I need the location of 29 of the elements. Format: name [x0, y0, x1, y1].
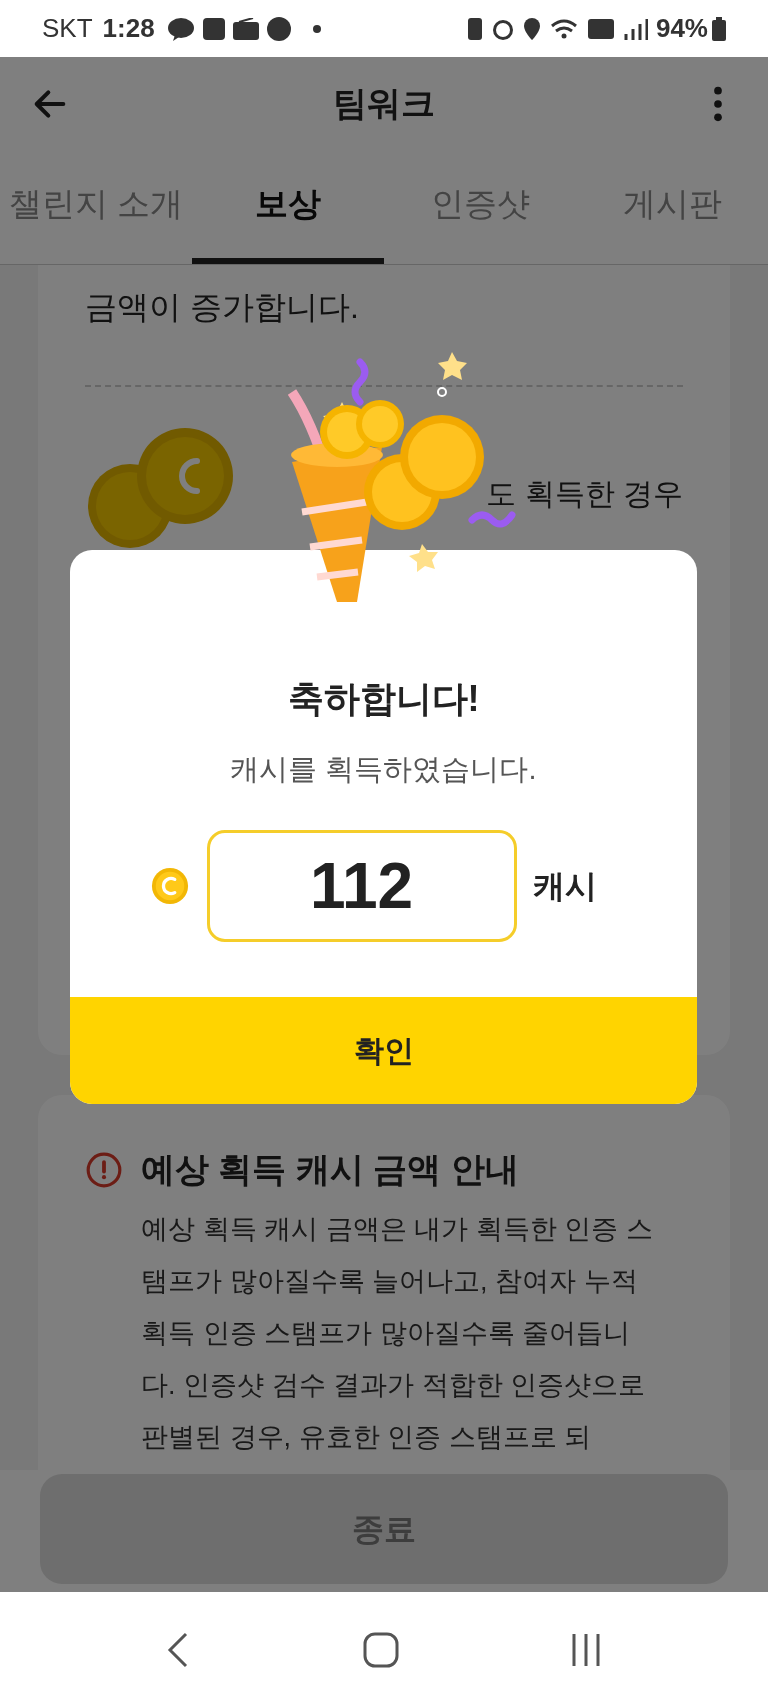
carrier-text: SKT	[42, 12, 93, 45]
dialog-message: 캐시를 획득하였습니다.	[230, 752, 537, 787]
notice-body: 예상 획득 캐시 금액은 내가 획득한 인증 스탬프가 많아질수록 늘어나고, 참여자 누적 획득 인증 스탬프가 많아질수록 줄어듭니다. 인증샷 검수 결과가 적합한 인증샷으로 판별된 경우, 유효한 인증 스탬프로 되	[141, 1213, 654, 1454]
amount-field: 112	[206, 829, 517, 942]
battery-percent-text: 94%	[655, 12, 708, 45]
notice-title: 예상 획득 캐시 금액 안내	[141, 1149, 520, 1190]
coin-icon	[150, 866, 189, 905]
radio-icon	[232, 17, 259, 40]
warning-icon	[85, 1151, 123, 1189]
tab[interactable]: 인증샷	[384, 150, 576, 264]
reward-description: 금액이 증가합니다.	[85, 288, 360, 327]
signal-icon	[623, 17, 648, 40]
home-nav-icon[interactable]	[362, 1630, 400, 1669]
wifi-icon	[549, 17, 578, 40]
dialog-title: 축하합니다!	[287, 677, 480, 721]
location-icon	[523, 17, 540, 40]
reward-condition-text: 도 획득한 경우	[486, 476, 683, 512]
page-title: 팀워크	[332, 83, 436, 124]
unit-label: 캐시	[532, 866, 597, 906]
app-icon	[202, 17, 225, 40]
alarm-icon	[491, 17, 514, 40]
clock-text: 1:28	[102, 12, 155, 45]
tab[interactable]: 게시판	[576, 150, 768, 264]
battery-saver-icon	[467, 17, 482, 40]
confirm-button[interactable]: 확인	[70, 996, 697, 1104]
chat-bubble-icon	[166, 16, 195, 41]
battery-icon	[712, 16, 726, 41]
dot-icon	[312, 24, 321, 33]
tab[interactable]: 챌린지 소개	[0, 150, 192, 264]
